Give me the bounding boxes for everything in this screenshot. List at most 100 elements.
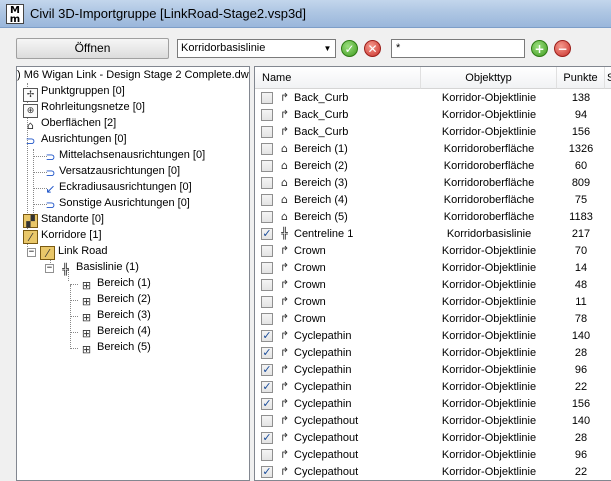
table-row[interactable]: ⌂ Bereich (4) Korridoroberfläche 75: [255, 192, 611, 209]
row-checkbox[interactable]: [261, 449, 273, 461]
row-checkbox[interactable]: [261, 160, 273, 172]
row-checkbox[interactable]: ✓: [261, 381, 273, 393]
tree-item-versatzausrichtungen[interactable]: ⊃ Versatzausrichtungen [0]: [45, 163, 181, 180]
tree-item-punktgruppen[interactable]: ✢ Punktgruppen [0]: [23, 83, 125, 102]
table-row[interactable]: ↱ Cyclepathout Korridor-Objektlinie 140: [255, 413, 611, 430]
tree-item-rohrleitungsnetze[interactable]: ⊕ Rohrleitungsnetze [0]: [23, 99, 145, 118]
cell-name: Bereich (4): [294, 194, 348, 206]
add-plus-icon[interactable]: +: [531, 40, 548, 57]
row-checkbox[interactable]: [261, 296, 273, 308]
app-icon: Mm: [6, 4, 24, 25]
row-checkbox[interactable]: [261, 415, 273, 427]
row-checkbox[interactable]: [261, 143, 273, 155]
cell-points: 96: [574, 449, 588, 461]
tree-item-label: Bereich (5): [97, 341, 151, 353]
collapse-minus-icon[interactable]: −: [45, 264, 54, 273]
table-row[interactable]: ↱ Crown Korridor-Objektlinie 14: [255, 260, 611, 277]
dropdown-arrow-icon[interactable]: ▼: [320, 40, 335, 57]
collapse-minus-icon[interactable]: −: [27, 248, 36, 257]
feature-line-icon: ↱: [279, 91, 290, 104]
apply-check-icon[interactable]: ✓: [341, 40, 358, 57]
row-checkbox[interactable]: [261, 313, 273, 325]
tree-item-link-road[interactable]: − ⁄ Link Road: [27, 243, 108, 260]
corridor-icon: ⁄: [40, 246, 55, 260]
row-checkbox[interactable]: [261, 126, 273, 138]
table-row[interactable]: ✓ ↱ Cyclepathout Korridor-Objektlinie 22: [255, 464, 611, 480]
row-checkbox[interactable]: [261, 92, 273, 104]
row-checkbox[interactable]: [261, 109, 273, 121]
row-checkbox[interactable]: [261, 177, 273, 189]
table-row[interactable]: ⌂ Bereich (2) Korridoroberfläche 60: [255, 158, 611, 175]
filter-input[interactable]: *: [391, 39, 525, 58]
row-checkbox[interactable]: ✓: [261, 398, 273, 410]
cell-type: Korridoroberfläche: [443, 211, 535, 223]
tree-item-ausrichtungen[interactable]: ⊃ Ausrichtungen [0]: [23, 131, 127, 148]
table-row[interactable]: ✓ ↱ Cyclepathin Korridor-Objektlinie 140: [255, 328, 611, 345]
table-row[interactable]: ↱ Crown Korridor-Objektlinie 11: [255, 294, 611, 311]
surface-icon: ⌂: [281, 142, 288, 155]
table-row[interactable]: ↱ Back_Curb Korridor-Objektlinie 156: [255, 124, 611, 141]
tree-item-bereich-3[interactable]: ⊞ Bereich (3): [79, 307, 151, 324]
tree-item-basislinie[interactable]: − ╬ Basislinie (1): [45, 259, 139, 276]
column-header-points[interactable]: Punkte: [557, 67, 605, 89]
tree-item-mittelachsenausrichtungen[interactable]: ⊃ Mittelachsenausrichtungen [0]: [45, 147, 206, 164]
row-checkbox[interactable]: ✓: [261, 330, 273, 342]
tree-item-eckradiusausrichtungen[interactable]: ↙ Eckradiusausrichtungen [0]: [45, 179, 191, 196]
table-row[interactable]: ↱ Back_Curb Korridor-Objektlinie 138: [255, 90, 611, 107]
row-checkbox[interactable]: [261, 262, 273, 274]
tree-item-label: Oberflächen [2]: [41, 117, 117, 129]
column-header-type[interactable]: Objekttyp: [421, 67, 557, 89]
table-row[interactable]: ✓ ╬ Centreline 1 Korridorbasislinie 217: [255, 226, 611, 243]
table-row[interactable]: ↱ Back_Curb Korridor-Objektlinie 94: [255, 107, 611, 124]
row-checkbox[interactable]: [261, 211, 273, 223]
tree-item-standorte[interactable]: ▞ Standorte [0]: [23, 211, 104, 228]
row-checkbox[interactable]: ✓: [261, 228, 273, 240]
table-row[interactable]: ⌂ Bereich (3) Korridoroberfläche 809: [255, 175, 611, 192]
cell-type: Korridor-Objektlinie: [441, 398, 537, 410]
tree-item-bereich-2[interactable]: ⊞ Bereich (2): [79, 291, 151, 308]
tree-item-bereich-4[interactable]: ⊞ Bereich (4): [79, 323, 151, 340]
table-row[interactable]: ↱ Crown Korridor-Objektlinie 78: [255, 311, 611, 328]
tree-item-sonstige-ausrichtungen[interactable]: ⊃ Sonstige Ausrichtungen [0]: [45, 195, 189, 212]
row-checkbox[interactable]: [261, 194, 273, 206]
table-row[interactable]: ✓ ↱ Cyclepathin Korridor-Objektlinie 156: [255, 396, 611, 413]
tree-item-label: Ausrichtungen [0]: [41, 133, 127, 145]
table-row[interactable]: ↱ Crown Korridor-Objektlinie 70: [255, 243, 611, 260]
table-row[interactable]: ⌂ Bereich (1) Korridoroberfläche 1326: [255, 141, 611, 158]
table-row[interactable]: ✓ ↱ Cyclepathin Korridor-Objektlinie 28: [255, 345, 611, 362]
table-row[interactable]: ↱ Cyclepathout Korridor-Objektlinie 96: [255, 447, 611, 464]
row-checkbox[interactable]: ✓: [261, 347, 273, 359]
column-header-extra[interactable]: S: [605, 67, 611, 89]
remove-minus-icon[interactable]: −: [554, 40, 571, 57]
row-checkbox[interactable]: ✓: [261, 466, 273, 478]
tree-line: [70, 284, 78, 285]
table-row[interactable]: ⌂ Bereich (5) Korridoroberfläche 1183: [255, 209, 611, 226]
tree-line: [70, 316, 78, 317]
tree-line: [70, 285, 71, 349]
row-checkbox[interactable]: [261, 279, 273, 291]
tree-item-korridore[interactable]: ⁄ Korridore [1]: [23, 227, 102, 244]
row-checkbox[interactable]: [261, 245, 273, 257]
row-checkbox[interactable]: ✓: [261, 364, 273, 376]
table-row[interactable]: ↱ Crown Korridor-Objektlinie 48: [255, 277, 611, 294]
cancel-x-icon[interactable]: ✕: [364, 40, 381, 57]
column-header-name[interactable]: Name: [255, 67, 421, 89]
open-button[interactable]: Öffnen: [16, 38, 169, 59]
feature-line-icon: ↱: [279, 397, 290, 410]
row-checkbox[interactable]: ✓: [261, 432, 273, 444]
tree-root-drawing[interactable]: ) M6 Wigan Link - Design Stage 2 Complet…: [17, 67, 249, 83]
table-row[interactable]: ✓ ↱ Cyclepathin Korridor-Objektlinie 96: [255, 362, 611, 379]
tree-item-label: Versatzausrichtungen [0]: [59, 165, 181, 177]
tree-item-oberflaechen[interactable]: ⌂ Oberflächen [2]: [23, 115, 117, 132]
cell-type: Korridor-Objektlinie: [441, 245, 537, 257]
cell-points: 217: [571, 228, 591, 240]
table-row[interactable]: ✓ ↱ Cyclepathout Korridor-Objektlinie 28: [255, 430, 611, 447]
tree-item-bereich-1[interactable]: ⊞ Bereich (1): [79, 275, 151, 292]
table-row[interactable]: ✓ ↱ Cyclepathin Korridor-Objektlinie 22: [255, 379, 611, 396]
cell-points: 94: [574, 109, 588, 121]
tree-item-bereich-5[interactable]: ⊞ Bereich (5): [79, 339, 151, 356]
object-type-select[interactable]: Korridorbasislinie ▼: [177, 39, 336, 58]
tree-item-label: Mittelachsenausrichtungen [0]: [59, 149, 206, 161]
feature-line-icon: ↱: [279, 363, 290, 376]
cell-points: 1326: [568, 143, 594, 155]
